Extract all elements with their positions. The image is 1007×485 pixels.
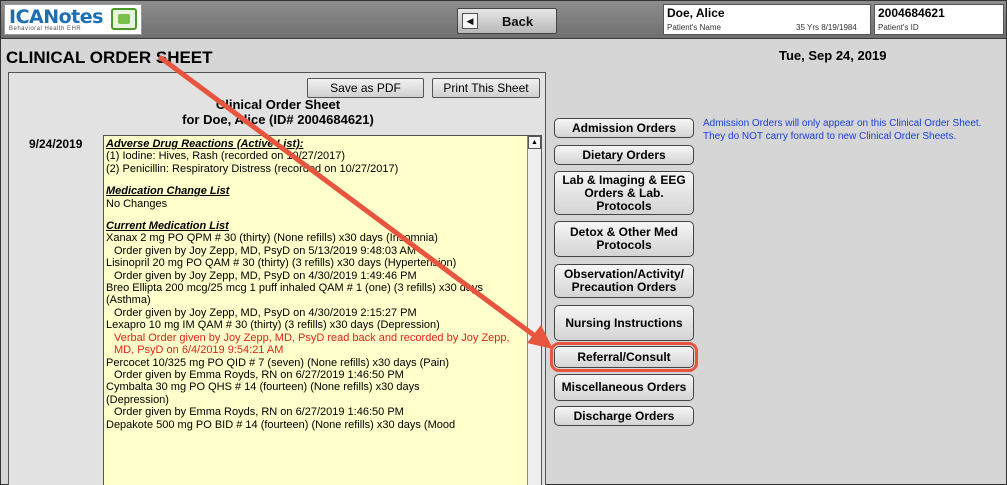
- page-title: CLINICAL ORDER SHEET: [6, 48, 213, 67]
- patient-id: 2004684621: [878, 6, 945, 20]
- med-line: Breo Ellipta 200 mcg/25 mcg 1 puff inhal…: [106, 282, 484, 295]
- logo-text: ICANotes: [9, 6, 103, 28]
- order-line: Order given by Emma Royds, RN on 6/27/20…: [114, 406, 404, 419]
- med-line: Percocet 10/325 mg PO QID # 7 (seven) (N…: [106, 356, 449, 369]
- entry-date: 9/24/2019: [29, 137, 83, 151]
- patient-age-dob: 35 Yrs 8/19/1984: [796, 23, 857, 32]
- admission-orders-button[interactable]: Admission Orders: [554, 118, 694, 138]
- order-line: Order given by Joy Zepp, MD, PsyD on 4/3…: [114, 306, 417, 319]
- patient-id-box: 2004684621 Patient's ID: [874, 4, 1004, 35]
- med-line: Lisinopril 20 mg PO QAM # 30 (thirty) (3…: [106, 257, 457, 270]
- verbal-order-line: Verbal Order given by Joy Zepp, MD, PsyD…: [114, 331, 510, 357]
- order-line: Order given by Joy Zepp, MD, PsyD on 5/1…: [114, 244, 417, 257]
- med-change-item: No Changes: [106, 197, 168, 210]
- patient-name-caption: Patient's Name: [667, 23, 721, 32]
- med-line: (Asthma): [106, 294, 151, 307]
- lab-imaging-eeg-orders-button[interactable]: Lab & Imaging & EEG Orders & Lab. Protoc…: [554, 171, 694, 215]
- adr-item: (2) Penicillin: Respiratory Distress (re…: [106, 162, 399, 175]
- back-button[interactable]: ◀ Back: [457, 8, 557, 34]
- order-sheet-panel: Save as PDF Print This Sheet Clinical Or…: [8, 72, 546, 485]
- current-date: Tue, Sep 24, 2019: [779, 48, 887, 63]
- top-bar: ICANotes Behavioral Health EHR ◀ Back Do…: [1, 1, 1006, 39]
- print-sheet-button[interactable]: Print This Sheet: [432, 78, 540, 98]
- order-line: Order given by Joy Zepp, MD, PsyD on 4/3…: [114, 269, 417, 282]
- back-label: Back: [502, 14, 534, 29]
- logo-subtitle: Behavioral Health EHR: [9, 26, 82, 32]
- patient-id-caption: Patient's ID: [878, 23, 919, 32]
- logo-badge-icon: [111, 8, 137, 30]
- referral-consult-button[interactable]: Referral/Consult: [550, 342, 698, 372]
- med-line: Cymbalta 30 mg PO QHS # 14 (fourteen) (N…: [106, 381, 420, 394]
- current-med-heading: Current Medication List: [106, 220, 229, 233]
- patient-name: Doe, Alice: [667, 6, 725, 20]
- detox-med-protocols-button[interactable]: Detox & Other Med Protocols: [554, 221, 694, 257]
- back-arrow-icon: ◀: [462, 13, 478, 29]
- med-line: Depakote 500 mg PO BID # 14 (fourteen) (…: [106, 418, 456, 431]
- adr-heading: Adverse Drug Reactions (Active List):: [106, 138, 304, 150]
- order-content: Adverse Drug Reactions (Active List): (1…: [106, 138, 526, 431]
- order-content-area[interactable]: Adverse Drug Reactions (Active List): (1…: [103, 135, 542, 485]
- nursing-instructions-button[interactable]: Nursing Instructions: [554, 305, 694, 341]
- discharge-orders-button[interactable]: Discharge Orders: [554, 406, 694, 426]
- order-line: Order given by Emma Royds, RN on 6/27/20…: [114, 368, 404, 381]
- admission-orders-notice: Admission Orders will only appear on thi…: [703, 118, 982, 142]
- scroll-up-arrow-icon[interactable]: ▲: [528, 136, 541, 149]
- med-change-heading: Medication Change List: [106, 185, 230, 198]
- observation-precaution-orders-button[interactable]: Observation/Activity/ Precaution Orders: [554, 264, 694, 298]
- miscellaneous-orders-button[interactable]: Miscellaneous Orders: [554, 374, 694, 401]
- med-line: (Depression): [106, 393, 169, 406]
- med-line: Xanax 2 mg PO QPM # 30 (thirty) (None re…: [106, 232, 438, 245]
- save-as-pdf-button[interactable]: Save as PDF: [307, 78, 424, 98]
- patient-name-box: Doe, Alice Patient's Name 35 Yrs 8/19/19…: [663, 4, 871, 35]
- dietary-orders-button[interactable]: Dietary Orders: [554, 145, 694, 165]
- sheet-title-line1: Clinical Order Sheet: [215, 97, 341, 112]
- sheet-title-line2: for Doe, Alice (ID# 2004684621): [182, 112, 374, 127]
- med-line: Lexapro 10 mg IM QAM # 30 (thirty) (3 re…: [106, 319, 440, 332]
- vertical-scrollbar[interactable]: ▲: [527, 136, 541, 485]
- app-logo: ICANotes Behavioral Health EHR: [4, 4, 142, 35]
- sheet-title: Clinical Order Sheet for Doe, Alice (ID#…: [9, 97, 547, 127]
- adr-item: (1) Iodine: Hives, Rash (recorded on 10/…: [106, 150, 346, 163]
